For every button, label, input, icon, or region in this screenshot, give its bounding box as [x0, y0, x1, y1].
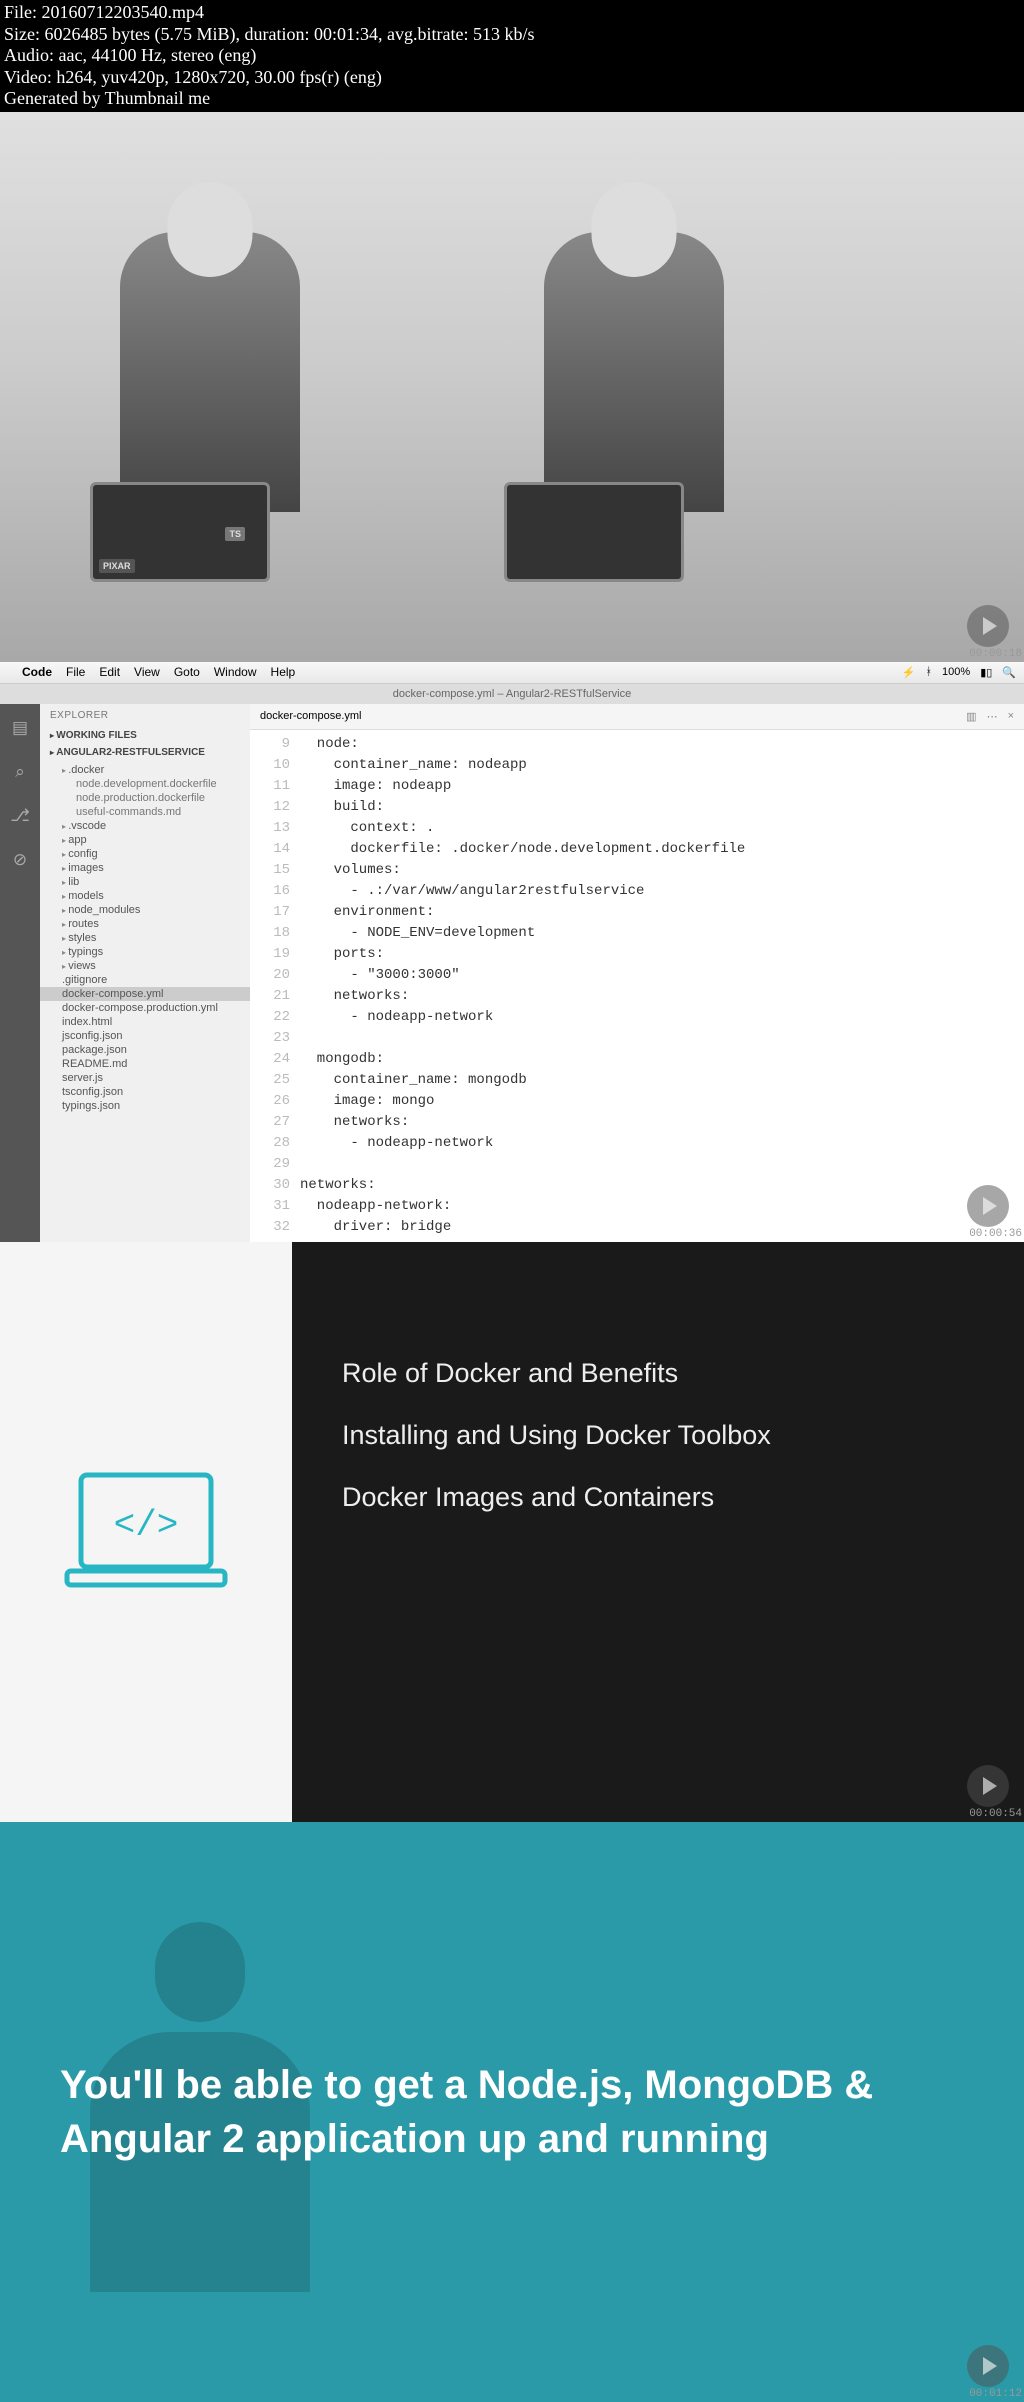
- tree-item[interactable]: node.production.dockerfile: [40, 791, 250, 805]
- wifi-icon[interactable]: ⚡: [902, 666, 916, 679]
- thumbnail-frame-3: </> Role of Docker and Benefits Installi…: [0, 1242, 1024, 1822]
- explorer-header: EXPLORER: [40, 704, 250, 727]
- presenter-left: [120, 232, 300, 512]
- timestamp: 00:00:18: [969, 648, 1022, 660]
- video-metadata: File: 20160712203540.mp4 Size: 6026485 b…: [0, 0, 1024, 112]
- battery-icon[interactable]: ▮▯: [980, 666, 992, 679]
- play-button[interactable]: [967, 2345, 1009, 2387]
- thumbnail-frame-2: Code File Edit View Goto Window Help ⚡ ᚼ…: [0, 662, 1024, 1242]
- meta-file: File: 20160712203540.mp4: [4, 2, 1020, 24]
- sticker-ts: TS: [225, 527, 245, 541]
- play-button[interactable]: [967, 1765, 1009, 1807]
- debug-icon[interactable]: ⊘: [13, 850, 27, 870]
- tree-item[interactable]: README.md: [40, 1057, 250, 1071]
- search-icon[interactable]: 🔍: [1002, 666, 1016, 679]
- laptop-right: [504, 482, 704, 602]
- tree-item[interactable]: tsconfig.json: [40, 1085, 250, 1099]
- macos-menubar[interactable]: Code File Edit View Goto Window Help ⚡ ᚼ…: [0, 662, 1024, 684]
- meta-video: Video: h264, yuv420p, 1280x720, 30.00 fp…: [4, 67, 1020, 89]
- file-tree[interactable]: .dockernode.development.dockerfilenode.p…: [40, 761, 250, 1115]
- menu-help[interactable]: Help: [271, 665, 296, 679]
- tree-item[interactable]: lib: [40, 875, 250, 889]
- slide-illustration: </>: [0, 1242, 292, 1822]
- menu-goto[interactable]: Goto: [174, 665, 200, 679]
- tree-item[interactable]: package.json: [40, 1043, 250, 1057]
- tree-item[interactable]: typings.json: [40, 1099, 250, 1113]
- tree-item[interactable]: routes: [40, 917, 250, 931]
- bluetooth-icon[interactable]: ᚼ: [925, 666, 932, 678]
- tree-item[interactable]: index.html: [40, 1015, 250, 1029]
- slide-text: Role of Docker and Benefits Installing a…: [292, 1242, 1024, 1822]
- meta-generated: Generated by Thumbnail me: [4, 88, 1020, 110]
- battery-pct: 100%: [942, 666, 970, 678]
- more-icon[interactable]: ⋯: [987, 710, 998, 723]
- git-icon[interactable]: ⎇: [10, 806, 30, 826]
- summary-text: You'll be able to get a Node.js, MongoDB…: [60, 2058, 964, 2166]
- tree-item[interactable]: styles: [40, 931, 250, 945]
- tree-item[interactable]: views: [40, 959, 250, 973]
- timestamp: 00:01:12: [969, 2388, 1022, 2400]
- search-icon[interactable]: ⌕: [15, 762, 25, 782]
- tree-item[interactable]: app: [40, 833, 250, 847]
- sticker-pixar: PIXAR: [99, 559, 135, 573]
- timestamp: 00:00:54: [969, 1808, 1022, 1820]
- menu-file[interactable]: File: [66, 665, 85, 679]
- timestamp: 00:00:36: [969, 1228, 1022, 1240]
- tree-item[interactable]: images: [40, 861, 250, 875]
- project-section[interactable]: ANGULAR2-RESTFULSERVICE: [40, 744, 250, 761]
- svg-text:</>: </>: [114, 1505, 179, 1546]
- meta-size: Size: 6026485 bytes (5.75 MiB), duration…: [4, 24, 1020, 46]
- tab-active[interactable]: docker-compose.yml: [260, 710, 361, 722]
- play-button[interactable]: [967, 605, 1009, 647]
- menu-edit[interactable]: Edit: [99, 665, 120, 679]
- split-editor-icon[interactable]: ▥: [966, 710, 976, 723]
- line-numbers: 9101112131415161718192021222324252627282…: [250, 730, 300, 1242]
- code-content[interactable]: node: container_name: nodeapp image: nod…: [300, 730, 1024, 1242]
- working-files-section[interactable]: WORKING FILES: [40, 727, 250, 744]
- editor[interactable]: docker-compose.yml ▥ ⋯ × 910111213141516…: [250, 704, 1024, 1242]
- tree-item[interactable]: .vscode: [40, 819, 250, 833]
- code-laptop-icon: </>: [61, 1467, 231, 1597]
- play-button[interactable]: [967, 1185, 1009, 1227]
- tree-item[interactable]: models: [40, 889, 250, 903]
- tree-item[interactable]: typings: [40, 945, 250, 959]
- menu-window[interactable]: Window: [214, 665, 257, 679]
- slide-line-2: Installing and Using Docker Toolbox: [342, 1404, 974, 1466]
- explorer-icon[interactable]: ▤: [12, 718, 28, 738]
- tree-item[interactable]: useful-commands.md: [40, 805, 250, 819]
- tree-item[interactable]: server.js: [40, 1071, 250, 1085]
- tree-item[interactable]: .docker: [40, 763, 250, 777]
- laptop-left: PIXAR TS: [90, 482, 290, 602]
- explorer-sidebar[interactable]: EXPLORER WORKING FILES ANGULAR2-RESTFULS…: [40, 704, 250, 1242]
- thumbnail-frame-1: PIXAR TS 00:00:18: [0, 112, 1024, 662]
- activity-bar[interactable]: ▤ ⌕ ⎇ ⊘: [0, 704, 40, 1242]
- tree-item[interactable]: docker-compose.production.yml: [40, 1001, 250, 1015]
- presenter-right: [544, 232, 724, 512]
- tree-item[interactable]: node.development.dockerfile: [40, 777, 250, 791]
- tree-item[interactable]: .gitignore: [40, 973, 250, 987]
- editor-tabs[interactable]: docker-compose.yml ▥ ⋯ ×: [250, 704, 1024, 730]
- close-icon[interactable]: ×: [1008, 710, 1014, 723]
- menu-view[interactable]: View: [134, 665, 160, 679]
- thumbnail-frame-4: You'll be able to get a Node.js, MongoDB…: [0, 1822, 1024, 2402]
- slide-line-1: Role of Docker and Benefits: [342, 1342, 974, 1404]
- tree-item[interactable]: config: [40, 847, 250, 861]
- tree-item[interactable]: docker-compose.yml: [40, 987, 250, 1001]
- window-title: docker-compose.yml – Angular2-RESTfulSer…: [0, 684, 1024, 704]
- meta-audio: Audio: aac, 44100 Hz, stereo (eng): [4, 45, 1020, 67]
- tree-item[interactable]: jsconfig.json: [40, 1029, 250, 1043]
- tree-item[interactable]: node_modules: [40, 903, 250, 917]
- app-name[interactable]: Code: [22, 665, 52, 679]
- slide-line-3: Docker Images and Containers: [342, 1466, 974, 1528]
